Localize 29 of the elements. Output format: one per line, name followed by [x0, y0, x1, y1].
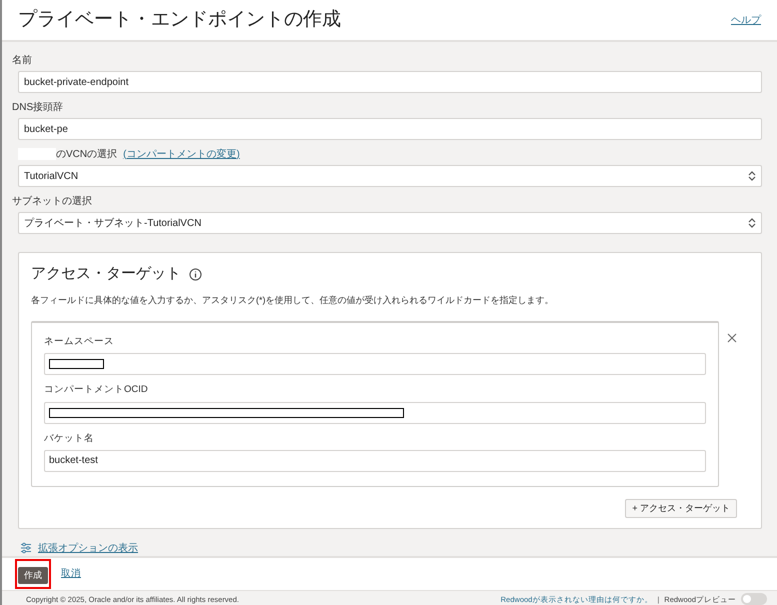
field-label: 名前: [12, 54, 32, 68]
cancel-link[interactable]: 取消: [61, 566, 81, 581]
info-icon: [189, 268, 202, 281]
advanced-options-link[interactable]: 拡張オプションの表示: [38, 540, 138, 556]
field-label: サブネットの選択: [12, 194, 92, 208]
change-compartment-link[interactable]: (コンパートメントの変更): [123, 146, 240, 162]
section-description: 各フィールドに具体的な値を入力するか、アスタリスク(*)を使用して、任意の値が受け入れられるワイルドカードを指定します。: [31, 294, 554, 307]
select-field[interactable]: プライベート・サブネット-TutorialVCN: [18, 212, 762, 234]
input-field[interactable]: bucket-private-endpoint: [18, 71, 762, 93]
input-field[interactable]: bucket-pe: [18, 118, 762, 140]
create-button[interactable]: 作成: [18, 567, 48, 584]
field-label: ネームスペース: [44, 335, 115, 349]
input-field[interactable]: [44, 353, 706, 376]
select-arrows-icon: [748, 217, 756, 229]
close-icon[interactable]: [727, 333, 737, 343]
add-access-target-button[interactable]: + アクセス・ターゲット: [625, 498, 737, 518]
sliders-icon: [20, 542, 32, 554]
select-arrows-icon: [748, 170, 756, 182]
field-label: バケット名: [44, 432, 95, 446]
page-title: プライベート・エンドポイントの作成: [18, 8, 341, 32]
preview-toggle[interactable]: [741, 593, 767, 605]
field-label: のVCNの選択: [56, 148, 118, 162]
field-label: DNS接頭辞: [12, 100, 64, 114]
help-link[interactable]: ヘルプ: [731, 12, 761, 28]
field-label: コンパートメントOCID: [44, 383, 149, 398]
section-title: アクセス・ターゲット: [31, 264, 181, 284]
input-field[interactable]: bucket-test: [44, 450, 706, 472]
select-field[interactable]: TutorialVCN: [18, 165, 762, 187]
input-field[interactable]: [44, 402, 706, 424]
